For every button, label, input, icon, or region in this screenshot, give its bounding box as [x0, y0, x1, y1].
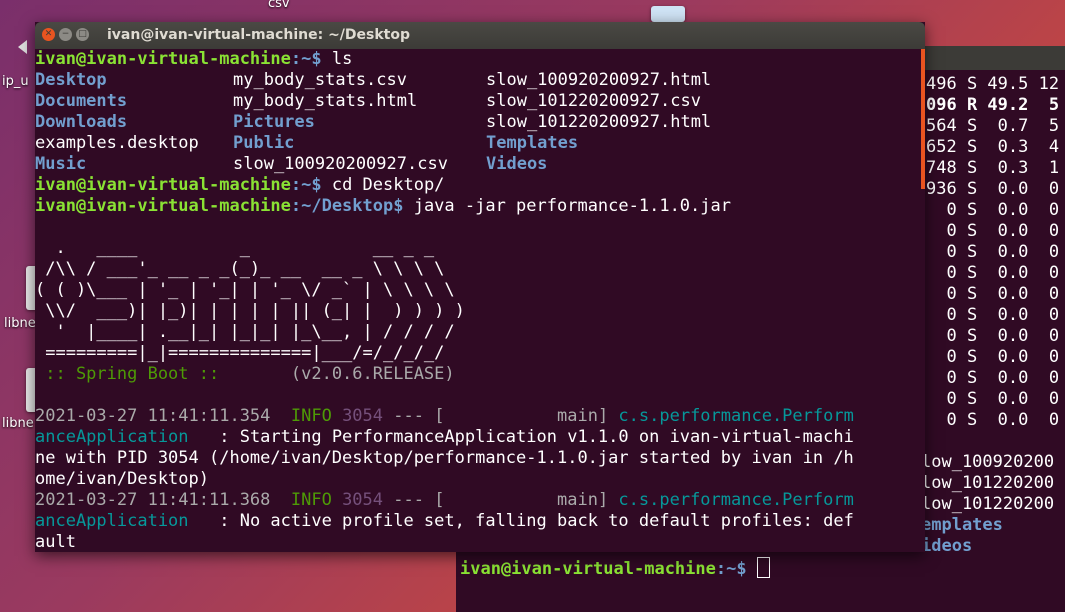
prompt-line: ivan@ivan-virtual-machine:~$ ls [35, 49, 352, 70]
top-row: 564 S 0.7 5 [926, 116, 1060, 136]
front-terminal-window[interactable]: ✕ − □ ivan@ivan-virtual-machine: ~/Deskt… [35, 22, 925, 552]
text-cursor [756, 557, 770, 578]
top-row: 0 S 0.0 0 [926, 347, 1060, 367]
desktop-label-libne-2: libne [2, 416, 34, 431]
ls-entry: Desktop [35, 70, 107, 90]
log-message: : No active profile set, falling back to… [188, 511, 854, 531]
top-row: 936 S 0.0 0 [926, 179, 1060, 199]
log-message: ome/ivan/Desktop) [35, 469, 209, 489]
log-timestamp: 2021-03-27 11:41:11.368 [35, 490, 291, 510]
command-text: java -jar performance-1.1.0.jar [413, 196, 731, 216]
ls-entry: Public [233, 133, 295, 153]
desktop-image-icon[interactable] [651, 6, 685, 22]
spring-banner-line: ( ( )\___ | '_ | '_| | '_ \/ _` | \ \ \ … [35, 280, 455, 300]
ls-entry: Pictures [233, 112, 315, 132]
top-row: 652 S 0.3 4 [926, 137, 1060, 157]
top-row: 0 S 0.0 0 [926, 368, 1060, 388]
command-text: ls [331, 49, 353, 69]
maximize-icon[interactable]: □ [76, 28, 89, 41]
top-row: 0 S 0.0 0 [926, 410, 1060, 430]
terminal-output[interactable]: ivan@ivan-virtual-machine:~$ ls Desktop … [35, 49, 925, 552]
top-row: 0 S 0.0 0 [926, 326, 1060, 346]
top-row: 0 S 0.0 0 [926, 305, 1060, 325]
ls-entry: Templates [486, 133, 579, 153]
file-row: low_101220200 [921, 494, 1055, 514]
top-row: 496 S 49.5 12 [926, 74, 1060, 94]
top-row: 748 S 0.3 1 [926, 158, 1060, 178]
log-level: INFO [290, 406, 332, 426]
log-message: : Starting PerformanceApplication v1.1.0… [188, 427, 854, 447]
prompt-path: :~$ [715, 559, 757, 579]
log-pid: 3054 [331, 406, 384, 426]
log-message: ault [35, 532, 76, 552]
front-terminal-titlebar[interactable]: ✕ − □ ivan@ivan-virtual-machine: ~/Deskt… [35, 22, 925, 49]
background-prompt-line: ivan@ivan-virtual-machine:~$ [460, 557, 770, 579]
dir-row: emplates [921, 515, 1003, 535]
desktop-label-libne-1: libne [4, 316, 36, 331]
log-level: INFO [290, 490, 332, 510]
log-line: 2021-03-27 11:41:11.354 INFO 3054 --- [ … [35, 406, 854, 427]
prompt-path: :~$ [290, 49, 332, 69]
log-thread: --- [ main] [383, 406, 619, 426]
ls-entry: my_body_stats.csv [233, 70, 407, 90]
spring-banner-line: =========|_|==============|___/=/_/_/_/ [35, 343, 445, 363]
log-message: ne with PID 3054 (/home/ivan/Desktop/per… [35, 448, 854, 468]
minimize-icon[interactable]: − [59, 28, 72, 41]
prompt-path: :~/Desktop$ [290, 196, 414, 216]
top-row: 0 S 0.0 0 [926, 263, 1060, 283]
ls-entry: Documents [35, 91, 128, 111]
command-text: cd Desktop/ [331, 175, 445, 195]
close-icon[interactable]: ✕ [42, 28, 55, 41]
prompt-user: ivan@ivan-virtual-machine [35, 196, 291, 216]
ls-entry: Videos [486, 154, 548, 174]
log-line: 2021-03-27 11:41:11.368 INFO 3054 --- [ … [35, 490, 854, 511]
ls-entry: slow_101220200927.csv [486, 91, 701, 111]
scrollbar-thumb[interactable] [921, 49, 925, 189]
top-row: 0 S 0.0 0 [926, 221, 1060, 241]
prompt-line: ivan@ivan-virtual-machine:~$ cd Desktop/ [35, 175, 444, 196]
top-row: 0 S 0.0 0 [926, 284, 1060, 304]
ls-entry: examples.desktop [35, 133, 199, 153]
prompt-user: ivan@ivan-virtual-machine [460, 559, 716, 579]
spring-boot-label: :: Spring Boot :: [35, 364, 230, 384]
log-logger: c.s.performance.Perform [618, 406, 854, 426]
spring-banner-line: ' |____| .__|_| |_|_| |_\__, | / / / / [35, 322, 455, 342]
spring-banner-line: /\\ / ___'_ __ _ _(_)_ __ __ _ \ \ \ \ [35, 259, 445, 279]
dir-row: ideos [921, 536, 973, 556]
ls-entry: slow_100920200927.csv [233, 154, 448, 174]
log-logger: c.s.performance.Perform [618, 490, 854, 510]
log-line: anceApplication : No active profile set,… [35, 511, 854, 532]
ls-entry: slow_100920200927.html [486, 70, 712, 90]
top-row: 0 S 0.0 0 [926, 200, 1060, 220]
log-line: anceApplication : Starting PerformanceAp… [35, 427, 854, 448]
top-row: 0 S 0.0 0 [926, 242, 1060, 262]
file-row: low_100920200 [921, 452, 1055, 472]
top-row: 0 S 0.0 0 [926, 389, 1060, 409]
ls-entry: Downloads [35, 112, 128, 132]
prompt-line: ivan@ivan-virtual-machine:~/Desktop$ jav… [35, 196, 731, 217]
log-logger: anceApplication [35, 511, 189, 531]
spring-boot-version-line: :: Spring Boot :: (v2.0.6.RELEASE) [35, 364, 455, 385]
prompt-path: :~$ [290, 175, 332, 195]
ls-entry: Music [35, 154, 87, 174]
ls-entry: slow_101220200927.html [486, 112, 712, 132]
launcher-arrow-icon [18, 40, 27, 54]
prompt-user: ivan@ivan-virtual-machine [35, 175, 291, 195]
log-timestamp: 2021-03-27 11:41:11.354 [35, 406, 291, 426]
top-row: 096 R 49.2 5 [926, 95, 1060, 115]
file-row: low_101220200 [921, 473, 1055, 493]
log-thread: --- [ main] [383, 490, 619, 510]
log-pid: 3054 [331, 490, 384, 510]
spring-boot-version: (v2.0.6.RELEASE) [229, 364, 455, 384]
log-logger: anceApplication [35, 427, 189, 447]
window-title: ivan@ivan-virtual-machine: ~/Desktop [107, 27, 411, 43]
ls-entry: my_body_stats.html [233, 91, 418, 111]
spring-banner-line: . ____ _ __ _ _ [35, 238, 435, 258]
desktop-label-ip: ip_u [2, 74, 29, 89]
spring-banner-line: \\/ ___)| |_)| | | | | || (_| | ) ) ) ) [35, 301, 465, 321]
prompt-user: ivan@ivan-virtual-machine [35, 49, 291, 69]
desktop-label-csv: csv [268, 0, 290, 11]
